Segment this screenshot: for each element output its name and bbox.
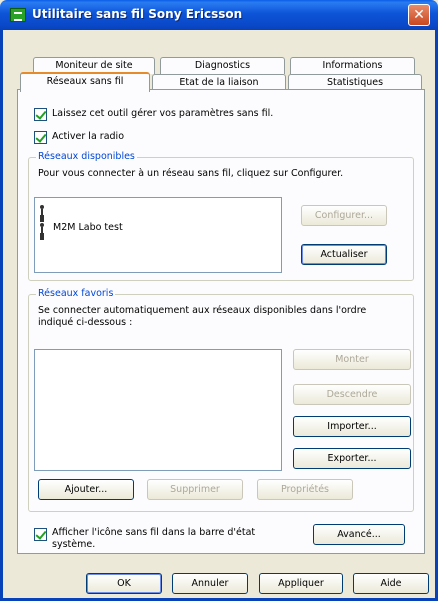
manage-settings-checkbox[interactable]	[34, 108, 47, 121]
manage-settings-label: Laissez cet outil gérer vos paramètres s…	[52, 108, 274, 119]
ok-button[interactable]: OK	[86, 573, 162, 594]
available-networks-title: Réseaux disponibles	[36, 151, 137, 162]
tab-reseaux-sans-fil[interactable]: Réseaux sans fil	[20, 72, 150, 92]
remove-button[interactable]: Supprimer	[147, 479, 243, 500]
cancel-button[interactable]: Annuler	[172, 573, 248, 594]
enable-radio-checkbox[interactable]	[34, 131, 47, 144]
favorite-networks-list[interactable]	[34, 349, 282, 471]
available-networks-list[interactable]: M2M Labo test	[34, 197, 282, 273]
export-button[interactable]: Exporter...	[293, 448, 411, 469]
refresh-button[interactable]: Actualiser	[301, 244, 387, 265]
wireless-network-icon	[39, 205, 45, 216]
move-up-button[interactable]: Monter	[293, 349, 411, 370]
close-button[interactable]: ✕	[408, 4, 430, 26]
move-down-button[interactable]: Descendre	[293, 384, 411, 405]
properties-button[interactable]: Propriétés	[257, 479, 353, 500]
wireless-network-icon	[39, 223, 45, 234]
list-item[interactable]	[39, 204, 279, 217]
available-networks-description: Pour vous connecter à un réseau sans fil…	[38, 168, 344, 179]
app-icon	[10, 8, 26, 22]
favorite-networks-description: Se connecter automatiquement aux réseaux…	[38, 305, 367, 328]
add-button[interactable]: Ajouter...	[38, 479, 134, 500]
help-button[interactable]: Aide	[353, 573, 429, 594]
network-name: M2M Labo test	[53, 222, 123, 233]
tab-diagnostics[interactable]: Diagnostics	[160, 57, 285, 74]
apply-button[interactable]: Appliquer	[259, 573, 343, 594]
import-button[interactable]: Importer...	[293, 416, 411, 437]
title-bar[interactable]: Utilitaire sans fil Sony Ericsson ✕	[0, 0, 438, 30]
window-title: Utilitaire sans fil Sony Ericsson	[32, 7, 243, 21]
advanced-button[interactable]: Avancé...	[313, 524, 405, 545]
tab-informations[interactable]: Informations	[290, 57, 415, 74]
enable-radio-label: Activer la radio	[52, 131, 125, 142]
show-tray-icon-label: Afficher l'icône sans fil dans la barre …	[52, 527, 256, 550]
show-tray-icon-checkbox[interactable]	[34, 528, 47, 541]
configure-button[interactable]: Configurer...	[301, 205, 387, 226]
favorite-networks-title: Réseaux favoris	[36, 288, 116, 299]
list-item[interactable]: M2M Labo test	[39, 222, 279, 235]
